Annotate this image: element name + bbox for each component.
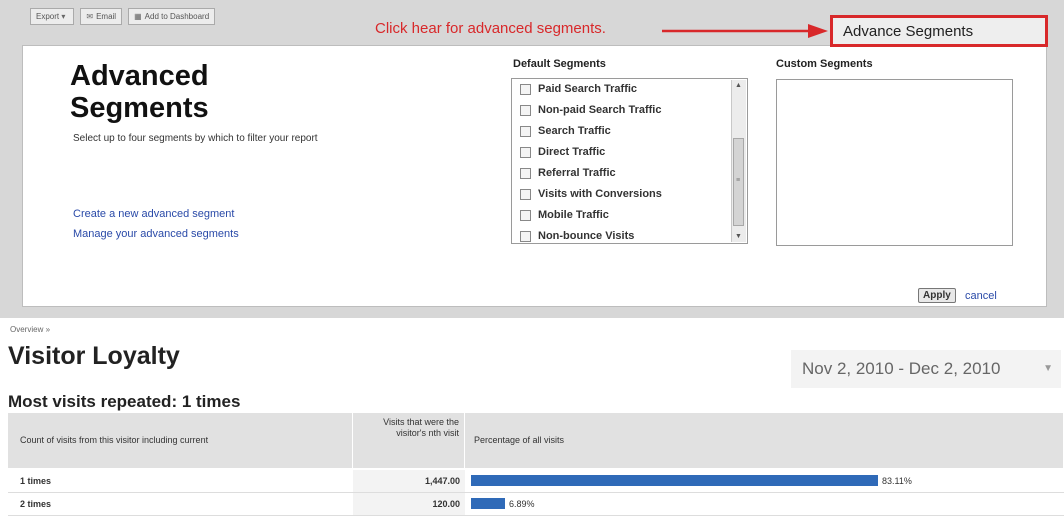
segment-item[interactable]: Non-paid Search Traffic [520,103,661,117]
segment-item[interactable]: Mobile Traffic [520,208,609,222]
add-to-dashboard-button[interactable]: ▦ Add to Dashboard [128,8,216,25]
segment-label: Mobile Traffic [538,209,609,221]
loyalty-table: Count of visits from this visitor includ… [8,413,1064,521]
checkbox[interactable] [520,125,531,137]
advanced-segments-label: Advance Segments [843,23,974,40]
dashboard-icon: ▦ [134,12,142,21]
scrollbar-thumb[interactable]: ≡ [733,138,744,226]
segment-label: Direct Traffic [538,146,606,158]
checkbox[interactable] [520,167,531,179]
segment-item[interactable]: Visits with Conversions [520,187,662,201]
advanced-segments-button[interactable]: Advance Segments [830,15,1048,47]
add-to-dashboard-label: Add to Dashboard [144,12,210,21]
row-percent: 83.11% [882,476,912,486]
segment-label: Non-paid Search Traffic [538,104,662,116]
scroll-up-icon[interactable]: ▲ [735,82,742,89]
manage-segments-link[interactable]: Manage your advanced segments [73,228,239,240]
row-visits: 120.00 [432,499,460,509]
table-row: 1 times 1,447.00 83.11% [8,470,1064,493]
envelope-icon: ✉ [86,12,94,21]
segment-label: Non-bounce Visits [538,230,635,242]
grip-icon: ≡ [736,177,741,184]
email-button[interactable]: ✉ Email [80,8,123,25]
chevron-down-icon[interactable]: ▼ [1043,350,1053,388]
panel-title: Advanced Segments [70,60,209,124]
apply-button[interactable]: Apply [918,288,956,303]
segment-label: Search Traffic [538,125,611,137]
scroll-down-icon[interactable]: ▼ [735,233,742,240]
custom-segments-list[interactable] [776,79,1013,246]
row-percent: 6.89% [509,499,535,509]
column-header[interactable]: Count of visits from this visitor includ… [8,413,353,468]
report-subheading: Most visits repeated: 1 times [8,392,241,411]
export-button[interactable]: Export ▾ [30,8,75,25]
row-label: 1 times [20,476,52,486]
checkbox[interactable] [520,188,531,200]
page-title: Visitor Loyalty [8,342,180,370]
custom-segments-heading: Custom Segments [776,58,873,70]
default-segments-heading: Default Segments [513,58,606,70]
segments-scrollbar[interactable]: ▲ ≡ ▼ [731,80,746,242]
chevron-down-icon: ▾ [61,12,66,21]
export-label: Export [36,12,60,21]
breadcrumb[interactable]: Overview » [10,325,50,334]
row-visits: 1,447.00 [424,476,460,486]
panel-subtitle: Select up to four segments by which to f… [73,133,318,144]
segment-item[interactable]: Referral Traffic [520,166,616,180]
cancel-link[interactable]: cancel [965,290,997,302]
percentage-bar [471,498,505,509]
annotation-arrow-icon [662,24,828,38]
segment-item[interactable]: Non-bounce Visits [520,229,634,243]
percentage-bar [471,475,878,486]
segment-item[interactable]: Paid Search Traffic [520,82,637,96]
column-header-label: Count of visits from this visitor includ… [20,435,209,445]
checkbox[interactable] [520,146,531,158]
annotation-text: Click hear for advanced segments. [375,20,606,37]
checkbox[interactable] [520,104,531,116]
column-header-label: Percentage of all visits [474,435,565,445]
date-range-picker[interactable]: Nov 2, 2010 - Dec 2, 2010 ▼ [791,350,1061,388]
create-segment-link[interactable]: Create a new advanced segment [73,208,234,220]
row-label: 2 times [20,499,52,509]
segment-label: Referral Traffic [538,167,616,179]
checkbox[interactable] [520,230,531,242]
table-row: 2 times 120.00 6.89% [8,493,1064,516]
segment-label: Visits with Conversions [538,188,662,200]
segment-item[interactable]: Direct Traffic [520,145,605,159]
segment-item[interactable]: Search Traffic [520,124,611,138]
checkbox[interactable] [520,83,531,95]
column-header[interactable]: Visits that were the visitor's nth visit [353,413,465,468]
column-header[interactable]: Percentage of all visits [465,413,1064,468]
segment-label: Paid Search Traffic [538,83,638,95]
email-label: Email [96,12,117,21]
date-range-label: Nov 2, 2010 - Dec 2, 2010 [802,359,1001,378]
default-segments-list: Paid Search Traffic Non-paid Search Traf… [511,78,748,244]
checkbox[interactable] [520,209,531,221]
report-toolbar: Export ▾ ✉ Email ▦ Add to Dashboard [30,8,216,25]
